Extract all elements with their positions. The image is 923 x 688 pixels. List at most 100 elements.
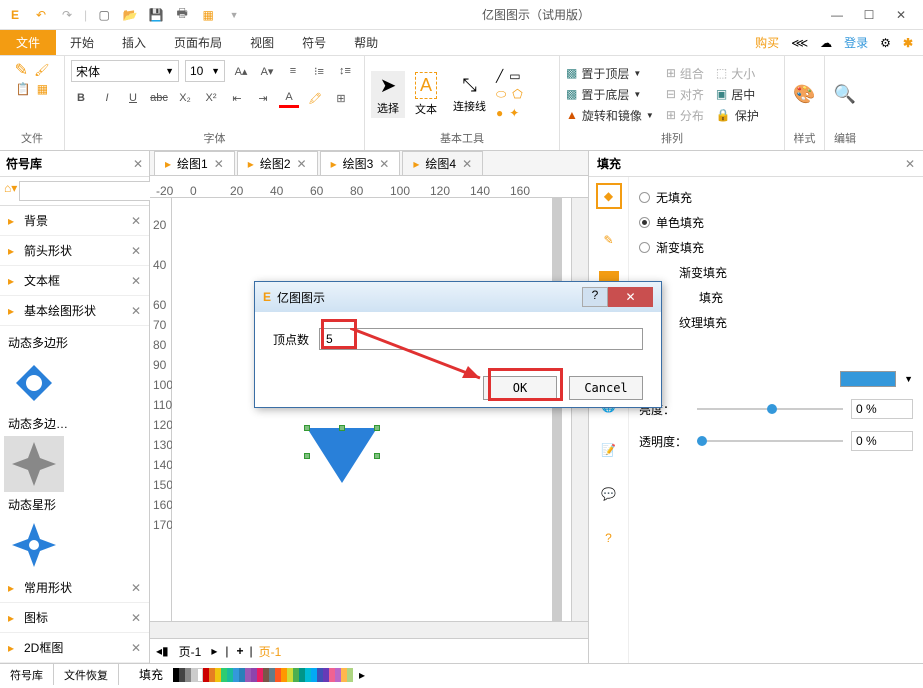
font-family-select[interactable]: 宋体▼ <box>71 60 179 82</box>
page-tab-2[interactable]: 页-1 <box>259 643 282 660</box>
close-button[interactable]: ✕ <box>893 8 909 22</box>
doc-tab-2[interactable]: ▸绘图2✕ <box>237 151 318 175</box>
fill-color-swatch[interactable] <box>840 371 896 387</box>
cat-background[interactable]: ▸背景✕ <box>0 206 149 236</box>
undo-icon[interactable]: ↶ <box>32 6 50 24</box>
fill-fill-radio[interactable]: 填充 <box>639 285 913 310</box>
bottom-tab-recovery[interactable]: 文件恢复 <box>54 664 119 685</box>
cat-arrows[interactable]: ▸箭头形状✕ <box>0 236 149 266</box>
connector-tool[interactable]: ⤡ 连接线 <box>447 73 492 116</box>
redo-icon[interactable]: ↷ <box>58 6 76 24</box>
save-icon[interactable]: 💾 <box>147 6 165 24</box>
format-painter-icon[interactable]: 🖌 <box>34 63 49 77</box>
cloud-icon[interactable]: ☁ <box>820 36 832 50</box>
bring-front[interactable]: ▩置于顶层▼ <box>566 65 654 82</box>
fill-nav-icon[interactable]: ◆ <box>596 183 622 209</box>
fill-gradient2-radio[interactable]: 渐变填充 <box>639 260 913 285</box>
dialog-close-button[interactable]: ✕ <box>608 287 653 307</box>
size-button[interactable]: ⬚大小 <box>716 65 759 82</box>
sidebar-close-icon[interactable]: ✕ <box>133 157 143 171</box>
style-icon[interactable]: 🎨 <box>793 84 815 105</box>
add-page-button[interactable]: + <box>236 644 243 658</box>
menu-insert[interactable]: 插入 <box>108 34 160 51</box>
file-menu[interactable]: 文件 <box>0 30 56 55</box>
page-tab-1[interactable]: 页-1 <box>169 643 212 660</box>
subscript-button[interactable]: X₂ <box>175 88 195 108</box>
share-icon[interactable]: ⋘ <box>791 36 808 50</box>
help-nav-icon[interactable]: ? <box>596 525 622 551</box>
palette-more-icon[interactable]: ▸ <box>353 668 371 682</box>
note-nav-icon[interactable]: 📝 <box>596 437 622 463</box>
new-file-icon[interactable]: ▢ <box>95 6 113 24</box>
fill-gradient-radio[interactable]: 渐变填充 <box>639 235 913 260</box>
vertex-count-input[interactable] <box>319 328 643 350</box>
horizontal-scrollbar[interactable] <box>150 621 588 638</box>
highlight-icon[interactable]: 🖍 <box>305 88 325 108</box>
rect-icon[interactable]: ▭ <box>509 69 520 83</box>
pentagon-icon[interactable]: ⬠ <box>512 87 522 101</box>
menu-start[interactable]: 开始 <box>56 34 108 51</box>
maximize-button[interactable]: ☐ <box>861 8 877 22</box>
buy-link[interactable]: 购买 <box>755 34 779 51</box>
fill-panel-close-icon[interactable]: ✕ <box>905 157 915 171</box>
text-tool[interactable]: A 文本 <box>409 70 443 119</box>
cat-basic-shapes[interactable]: ▸基本绘图形状✕ <box>0 296 149 326</box>
color-palette[interactable] <box>173 668 353 682</box>
distribute-button[interactable]: ⊞分布 <box>666 107 704 124</box>
cat-common[interactable]: ▸常用形状✕ <box>0 573 149 603</box>
paste-icon[interactable]: ✎ <box>15 60 28 80</box>
dialog-ok-button[interactable]: OK <box>483 376 557 400</box>
opacity-spinner[interactable]: 0 % <box>851 431 913 451</box>
font-color-icon[interactable]: A <box>279 88 299 108</box>
decrease-font-icon[interactable]: A▾ <box>257 61 277 81</box>
bold-button[interactable]: B <box>71 88 91 108</box>
fill-solid-radio[interactable]: 单色填充 <box>639 210 913 235</box>
italic-button[interactable]: I <box>97 88 117 108</box>
underline-button[interactable]: U <box>123 88 143 108</box>
line-spacing-icon[interactable]: ↕≡ <box>335 61 355 81</box>
brightness-slider[interactable] <box>697 408 843 410</box>
selected-shape[interactable] <box>307 428 377 491</box>
open-file-icon[interactable]: 📂 <box>121 6 139 24</box>
doc-tab-1[interactable]: ▸绘图1✕ <box>154 151 235 175</box>
doc-tab-3[interactable]: ▸绘图3✕ <box>320 151 401 175</box>
doc-tab-4[interactable]: ▸绘图4✕ <box>402 151 483 175</box>
indent-left-icon[interactable]: ⇤ <box>227 88 247 108</box>
direction-icon[interactable]: ⊞ <box>331 88 351 108</box>
cat-2d[interactable]: ▸2D框图✕ <box>0 633 149 663</box>
cat-textbox[interactable]: ▸文本框✕ <box>0 266 149 296</box>
align-button[interactable]: ⊟对齐 <box>666 86 704 103</box>
font-size-select[interactable]: 10▼ <box>185 60 225 82</box>
comment-nav-icon[interactable]: 💬 <box>596 481 622 507</box>
page-nav-list[interactable]: ▮ <box>162 644 169 658</box>
protect-button[interactable]: 🔒保护 <box>716 107 759 124</box>
strikethrough-button[interactable]: abc <box>149 88 169 108</box>
export-icon[interactable]: ▦ <box>199 6 217 24</box>
circle-icon[interactable]: ● <box>496 106 503 120</box>
dialog-help-button[interactable]: ? <box>582 287 608 307</box>
superscript-button[interactable]: X² <box>201 88 221 108</box>
menu-help[interactable]: 帮助 <box>340 34 392 51</box>
shape-star2[interactable] <box>4 517 64 573</box>
settings-icon[interactable]: ⚙ <box>880 36 891 50</box>
send-back[interactable]: ▩置于底层▼ <box>566 86 654 103</box>
print-icon[interactable]: 🖶 <box>173 6 191 24</box>
minimize-button[interactable]: — <box>829 8 845 22</box>
menu-layout[interactable]: 页面布局 <box>160 34 236 51</box>
cat-icons[interactable]: ▸图标✕ <box>0 603 149 633</box>
fill-none-radio[interactable]: 无填充 <box>639 185 913 210</box>
line-nav-icon[interactable]: ✎ <box>596 227 622 253</box>
paste2-icon[interactable]: ▦ <box>37 82 48 96</box>
ellipse-icon[interactable]: ⬭ <box>496 87 506 102</box>
copy-icon[interactable]: 📋 <box>16 82 31 96</box>
align-icon[interactable]: ≡ <box>283 61 303 81</box>
indent-right-icon[interactable]: ⇥ <box>253 88 273 108</box>
qat-dropdown-icon[interactable]: ▼ <box>225 6 243 24</box>
shape-polygon[interactable] <box>4 355 64 411</box>
increase-font-icon[interactable]: A▴ <box>231 61 251 81</box>
select-tool[interactable]: ➤ 选择 <box>371 71 405 118</box>
star-icon[interactable]: ✦ <box>509 106 519 120</box>
rotate-mirror[interactable]: ▲旋转和镜像▼ <box>566 107 654 124</box>
bottom-tab-library[interactable]: 符号库 <box>0 664 54 685</box>
brightness-spinner[interactable]: 0 % <box>851 399 913 419</box>
